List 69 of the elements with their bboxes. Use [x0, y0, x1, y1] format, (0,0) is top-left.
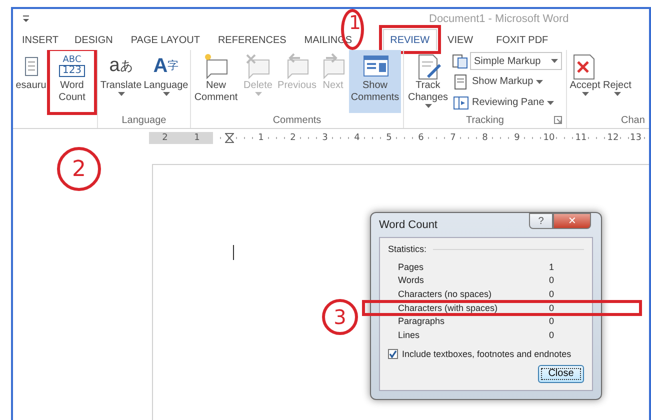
group-label: Chan — [621, 114, 645, 126]
dialog-launcher-icon[interactable] — [554, 116, 562, 124]
ribbon-tab[interactable]: VIEW — [436, 29, 484, 50]
ruler-number: 6 — [417, 133, 425, 143]
ribbon-tab[interactable]: REFERENCES — [208, 29, 296, 50]
ruler-number: 8 — [481, 133, 489, 143]
ruler-number: 9 — [513, 133, 521, 143]
markup-dropdown[interactable]: Simple Markup — [470, 52, 562, 70]
dialog-title: Word Count — [379, 219, 438, 231]
section-label: Statistics: — [388, 244, 427, 254]
ribbon-tab[interactable]: INSERT — [15, 29, 66, 50]
dropdown-arrow-icon — [547, 100, 554, 104]
checkbox-label: Include textboxes, footnotes and endnotes — [402, 348, 572, 359]
ruler-number: 10 — [542, 133, 556, 143]
ruler-number: 11 — [574, 133, 588, 143]
ruler-number: 2 — [161, 133, 169, 143]
ruler-number: 1 — [193, 133, 201, 143]
customize-icon[interactable] — [21, 14, 31, 24]
ribbon-button[interactable]: Track Changes — [406, 50, 450, 113]
ribbon-button[interactable]: Reject — [603, 50, 632, 113]
statistic-value: 0 — [548, 275, 554, 286]
ribbon-tab[interactable]: PAGE LAYOUT — [122, 29, 209, 50]
group-label: Tracking — [466, 114, 504, 126]
group-label: Comments — [272, 114, 322, 126]
translate-icon: aあ — [109, 56, 133, 76]
ruler-number: 1 — [257, 133, 265, 143]
window-title: Document1 - Microsoft Word — [429, 12, 569, 24]
help-button[interactable]: ? — [529, 213, 553, 229]
ruler-number: 4 — [353, 133, 361, 143]
ruler-number: 13 — [629, 133, 642, 143]
statistic-value: 0 — [548, 330, 554, 340]
reviewing-pane-icon — [453, 94, 469, 110]
close-dialog-button[interactable]: Close — [538, 364, 584, 383]
ruler-number: 2 — [289, 133, 297, 143]
ribbon-button[interactable]: New Comment — [193, 50, 239, 113]
statistic-label: Lines — [398, 330, 420, 340]
step-number: 2 — [57, 147, 101, 191]
statistic-value: 0 — [548, 316, 554, 326]
dropdown-arrow-icon — [536, 80, 544, 84]
ruler-number: 3 — [321, 133, 329, 143]
statistic-label: Pages — [398, 262, 424, 272]
ribbon-button[interactable]: Show Markup — [452, 72, 564, 91]
group-label: Language — [122, 114, 166, 126]
statistic-label: Paragraphs — [398, 316, 445, 326]
statistic-label: Characters (no spaces) — [398, 288, 492, 299]
text-cursor — [233, 245, 234, 260]
statistic-value: 0 — [548, 302, 554, 313]
ribbon-button[interactable]: Show Comments — [349, 50, 401, 113]
ribbon-tab[interactable]: FOXIT PDF — [484, 29, 560, 50]
indent-marker-icon[interactable] — [224, 133, 234, 143]
ribbon-button[interactable]: Accept — [569, 50, 601, 113]
statistic-value: 0 — [548, 288, 554, 299]
statistic-label: Words — [398, 275, 424, 286]
step-number: 3 — [322, 299, 358, 335]
checkbox[interactable] — [388, 348, 398, 359]
book-icon — [24, 56, 38, 76]
statistic-label: Characters (with spaces) — [398, 302, 498, 313]
dropdown-arrow-icon — [551, 59, 558, 63]
ribbon-button[interactable]: esauru — [15, 50, 47, 113]
show-markup-icon — [453, 74, 469, 90]
ruler-number: 7 — [449, 133, 457, 143]
check-icon — [389, 350, 397, 358]
ribbon-button[interactable]: aあ Translate — [100, 50, 142, 113]
ribbon-button[interactable]: Reviewing Pane — [452, 93, 564, 112]
markup-icon — [452, 53, 468, 69]
statistic-value: 1 — [548, 262, 554, 272]
ruler-number: 5 — [385, 133, 393, 143]
ruler-number: 12 — [606, 133, 620, 143]
ribbon-tab[interactable]: DESIGN — [66, 29, 122, 50]
